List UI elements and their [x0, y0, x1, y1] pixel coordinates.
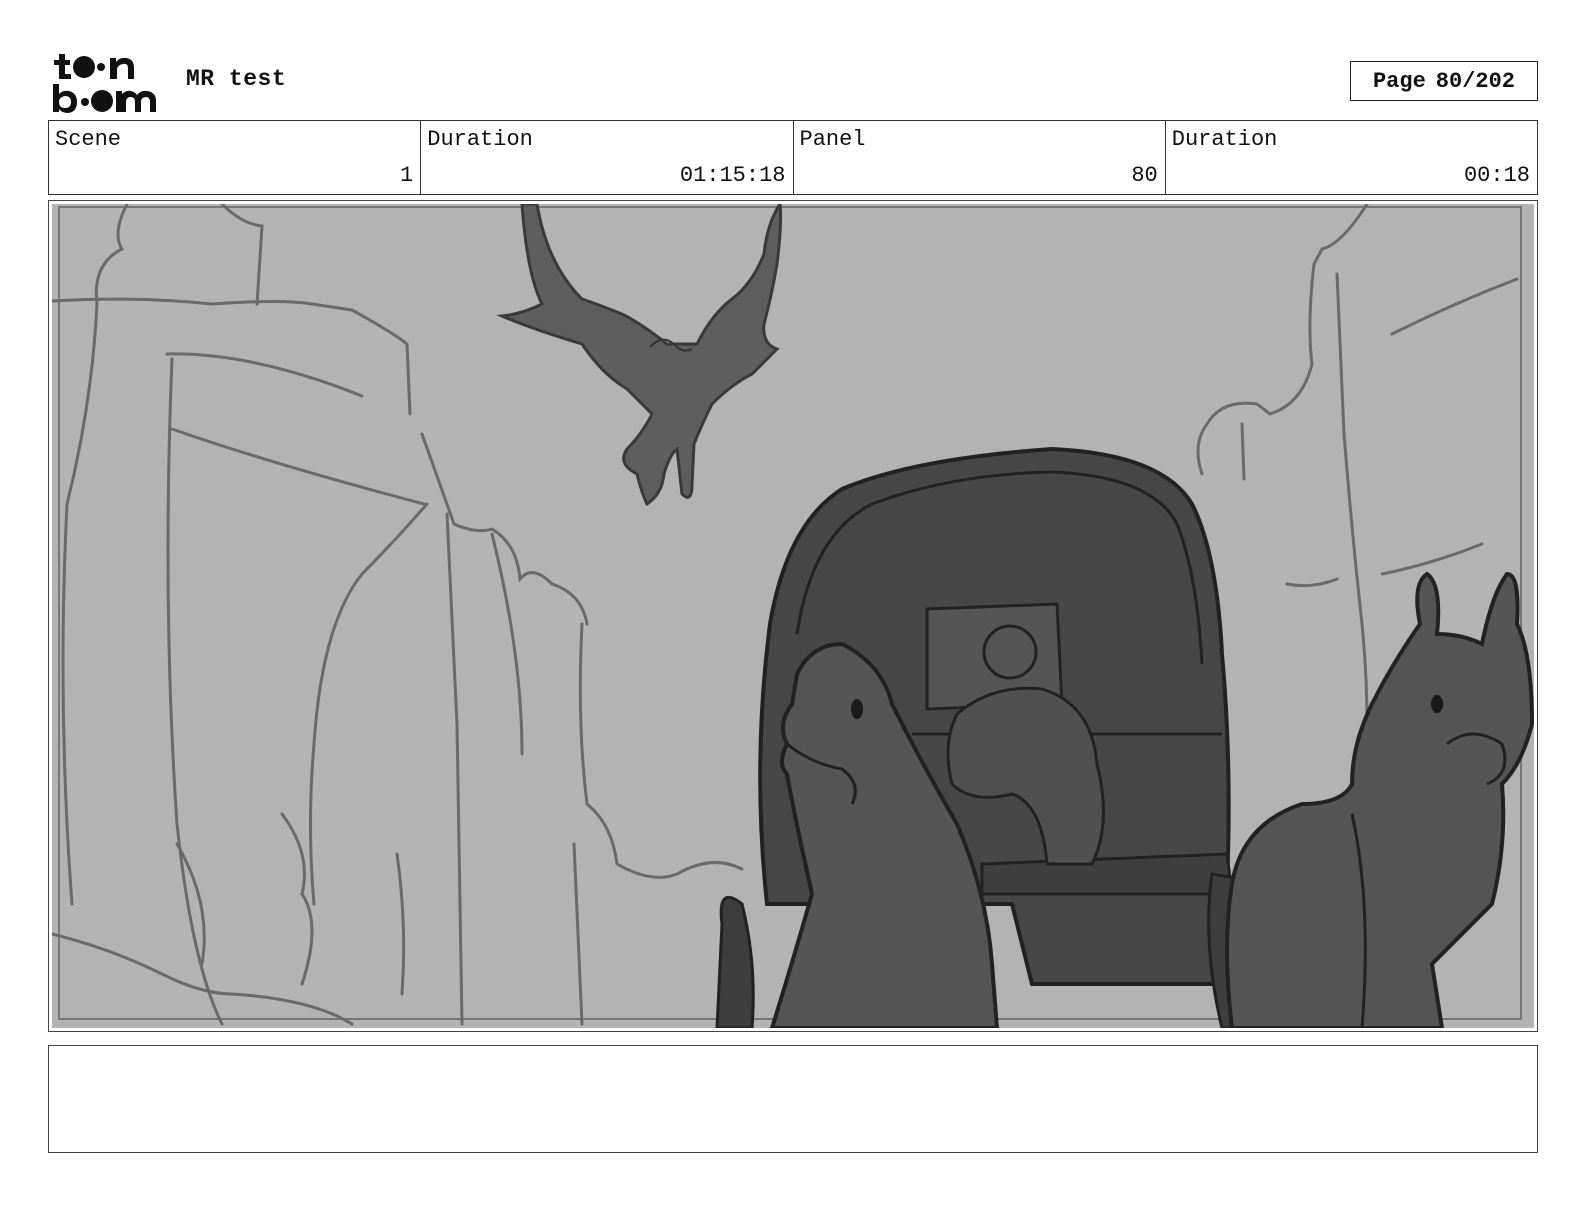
panel-value: 80 [1131, 163, 1158, 188]
logo-mark [53, 54, 156, 113]
panel-duration-cell: Duration 00:18 [1166, 121, 1537, 194]
scene-value: 1 [400, 163, 414, 188]
dialogue-notes-box [48, 1045, 1538, 1153]
panel-cell: Panel 80 [794, 121, 1166, 194]
scene-cell: Scene 1 [49, 121, 422, 194]
sketch-drawing [52, 204, 1534, 1028]
panel-label: Panel [799, 127, 866, 152]
page-indicator: Page 80/202 [1350, 61, 1538, 101]
panel-duration-value: 00:18 [1463, 163, 1530, 188]
scene-duration-value: 01:15:18 [679, 163, 786, 188]
panel-info-table: Scene 1 Duration 01:15:18 Panel 80 Durat… [48, 120, 1538, 195]
project-title: MR test [186, 66, 287, 92]
scene-label: Scene [55, 127, 122, 152]
panel-duration-label: Duration [1171, 127, 1278, 152]
storyboard-sketch [52, 204, 1534, 1028]
scene-duration-cell: Duration 01:15:18 [421, 121, 794, 194]
scene-duration-label: Duration [427, 127, 533, 152]
page-label: Page [1372, 68, 1426, 94]
page-number: 80/202 [1435, 68, 1516, 94]
toon-boom-logo [50, 48, 166, 114]
